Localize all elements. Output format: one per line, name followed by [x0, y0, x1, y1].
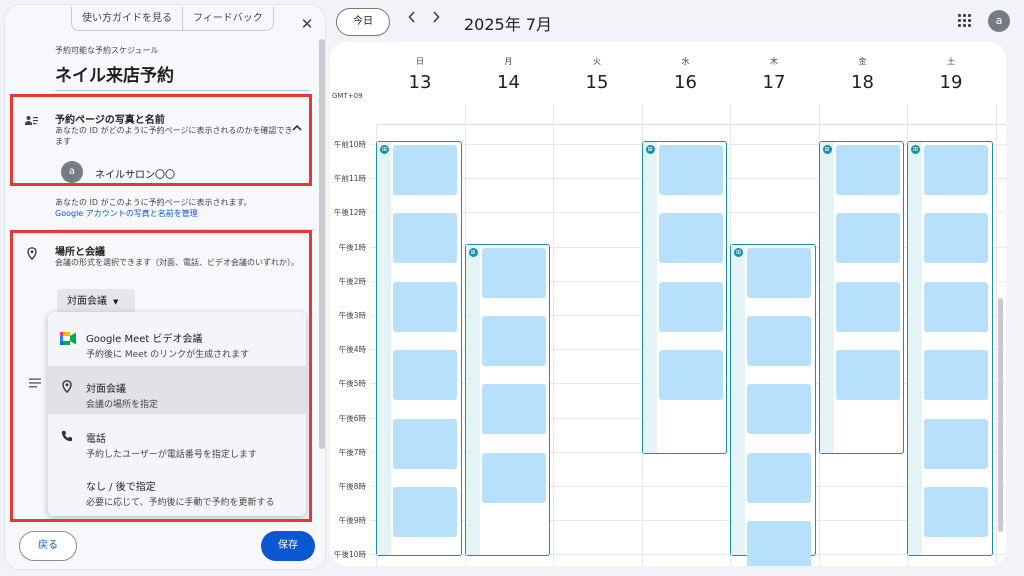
- hour-label: 午後4時: [338, 345, 366, 355]
- bookable-slot[interactable]: [747, 452, 811, 503]
- highlight-box-photo: [10, 94, 312, 186]
- booking-page-icon: ⊞: [822, 145, 832, 154]
- hour-label: 午後2時: [338, 276, 366, 286]
- save-button[interactable]: 保存: [261, 531, 315, 561]
- availability-strip: [642, 142, 657, 453]
- guide-button[interactable]: 使い方ガイドを見る: [72, 7, 182, 30]
- hour-label: 午後3時: [338, 311, 366, 320]
- bookable-slot[interactable]: [924, 350, 988, 401]
- back-button[interactable]: 戻る: [19, 531, 77, 561]
- availability-strip: [465, 244, 480, 556]
- day-of-week-label: 金: [858, 57, 867, 66]
- availability-strip: [819, 142, 834, 453]
- bookable-slot[interactable]: [481, 315, 546, 366]
- calendar-scrollbar[interactable]: [998, 298, 1003, 532]
- apps-grid-icon[interactable]: [958, 14, 972, 28]
- day-of-week-label: 日: [416, 57, 424, 66]
- bookable-slot[interactable]: [747, 384, 811, 435]
- day-of-week-label: 月: [504, 57, 513, 66]
- hour-label: 午後5時: [338, 379, 366, 389]
- close-icon[interactable]: ✕: [297, 15, 317, 33]
- day-number-button[interactable]: 18: [819, 72, 907, 93]
- hour-label: 午前11時: [333, 174, 366, 184]
- bookable-slot[interactable]: [393, 281, 457, 332]
- day-of-week-label: 水: [681, 57, 690, 66]
- availability-block[interactable]: ⊞: [376, 141, 462, 557]
- hour-label: 午後9時: [338, 516, 366, 526]
- day-number-button[interactable]: 17: [730, 72, 818, 93]
- schedule-label: 予約可能な予約スケジュール: [55, 46, 159, 55]
- timezone-label: GMT+09: [332, 92, 363, 100]
- bookable-slot[interactable]: [924, 213, 988, 264]
- day-number-button[interactable]: 16: [642, 72, 730, 93]
- booking-page-icon: ⊞: [468, 247, 478, 257]
- bookable-slot[interactable]: [835, 213, 900, 264]
- bookable-slot[interactable]: [924, 145, 988, 195]
- availability-block[interactable]: ⊞: [818, 141, 904, 454]
- id-display-note: あなたの ID がこのように予約ページに表示されます。: [55, 198, 252, 207]
- day-number-button[interactable]: 13: [376, 72, 464, 93]
- month-title: 2025年 7月: [464, 15, 552, 34]
- bookable-slot[interactable]: [747, 315, 811, 366]
- schedule-title-input[interactable]: ネイル来店予約: [55, 61, 309, 91]
- availability-block[interactable]: ⊞: [730, 243, 816, 566]
- manage-account-link[interactable]: Google アカウントの写真と名前を管理: [55, 208, 198, 219]
- chevron-left-icon[interactable]: [408, 11, 416, 27]
- bookable-slot[interactable]: [924, 487, 988, 537]
- day-of-week-label: 火: [593, 57, 601, 66]
- today-button[interactable]: 今日: [336, 8, 390, 36]
- day-of-week-label: 土: [947, 57, 955, 66]
- booking-page-icon: ⊞: [911, 145, 920, 154]
- chevron-right-icon[interactable]: [432, 11, 440, 27]
- highlight-box-location: [10, 230, 312, 522]
- help-button-group: 使い方ガイドを見る フィードバック: [71, 7, 274, 31]
- bookable-slot[interactable]: [393, 350, 457, 401]
- hour-label: 午後10時: [333, 550, 366, 560]
- availability-block[interactable]: ⊞: [907, 141, 993, 557]
- bookable-slot[interactable]: [481, 384, 546, 435]
- availability-strip: [908, 142, 922, 556]
- booking-page-icon: ⊞: [734, 247, 743, 257]
- bookable-slot[interactable]: [835, 350, 900, 401]
- bookable-slot[interactable]: [658, 145, 723, 195]
- day-column-divider: [995, 104, 997, 566]
- hour-label: 午前10時: [333, 140, 366, 149]
- availability-block[interactable]: ⊞: [464, 243, 550, 557]
- day-number-button[interactable]: 19: [907, 72, 995, 93]
- bookable-slot[interactable]: [481, 247, 546, 298]
- booking-page-icon: ⊞: [645, 145, 655, 154]
- panel-scrollbar[interactable]: [319, 39, 325, 449]
- bookable-slot[interactable]: [658, 350, 723, 401]
- bookable-slot[interactable]: [747, 247, 811, 298]
- day-number-button[interactable]: 14: [465, 72, 553, 93]
- bookable-slot[interactable]: [835, 145, 900, 195]
- availability-strip: [377, 142, 391, 556]
- bookable-slot[interactable]: [393, 145, 457, 195]
- availability-block[interactable]: ⊞: [641, 141, 727, 454]
- hour-label: 午後7時: [338, 447, 366, 457]
- hour-label: 午後12時: [333, 208, 366, 218]
- account-avatar[interactable]: a: [988, 10, 1010, 32]
- day-column-divider: [553, 104, 554, 566]
- day-number-button[interactable]: 15: [553, 72, 641, 93]
- bookable-slot[interactable]: [747, 521, 811, 566]
- feedback-button[interactable]: フィードバック: [182, 7, 273, 30]
- bookable-slot[interactable]: [393, 487, 457, 537]
- bookable-slot[interactable]: [393, 418, 457, 469]
- booking-page-icon: ⊞: [380, 145, 389, 154]
- availability-strip: [731, 244, 745, 556]
- hour-label: 午後6時: [338, 413, 366, 423]
- bookable-slot[interactable]: [835, 281, 900, 332]
- bookable-slot[interactable]: [924, 281, 988, 332]
- header-divider: [376, 124, 1006, 125]
- bookable-slot[interactable]: [393, 213, 457, 264]
- bookable-slot[interactable]: [924, 418, 988, 469]
- bookable-slot[interactable]: [481, 452, 546, 503]
- hour-label: 午後8時: [338, 482, 366, 491]
- bookable-slot[interactable]: [658, 281, 723, 332]
- hour-label: 午後1時: [338, 242, 366, 252]
- bookable-slot[interactable]: [658, 213, 723, 264]
- week-calendar: GMT+09 日 13 月 14 火 15 水 16 木 17 金 18 土 19 午前10時午前11時午後…: [330, 42, 1006, 566]
- day-of-week-label: 木: [770, 57, 778, 66]
